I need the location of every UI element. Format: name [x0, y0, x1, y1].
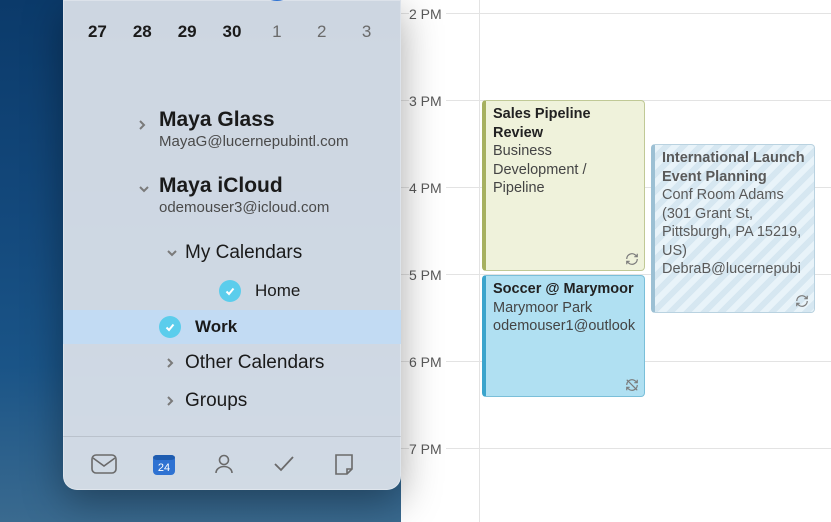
event-location: Conf Room Adams (301 Grant St, Pittsburg…	[662, 186, 807, 260]
account-name: Maya iCloud	[159, 174, 401, 198]
mini-cal-day[interactable]: 27	[75, 10, 120, 54]
calendar-work[interactable]: Work	[123, 310, 401, 344]
mini-cal-day[interactable]: 30	[210, 10, 255, 54]
recurring-icon	[625, 252, 639, 266]
account-email: odemouser3@icloud.com	[159, 199, 401, 216]
sidebar: 27 28 29 30 1 2 3 Maya Glass MayaG@lucer…	[63, 0, 401, 490]
calendar-home[interactable]: Home	[123, 272, 401, 310]
recurring-icon	[795, 294, 809, 308]
chevron-down-icon[interactable]	[137, 184, 153, 194]
chevron-down-icon[interactable]	[165, 248, 179, 258]
hour-label: 6 PM	[409, 354, 446, 370]
hour-row-2pm: 2 PM	[401, 13, 831, 14]
event-organizer: DebraB@lucernepubi	[662, 260, 807, 279]
event-title: Sales Pipeline Review	[493, 105, 637, 142]
hour-label: 5 PM	[409, 267, 446, 283]
mini-cal-day[interactable]: 28	[120, 10, 165, 54]
event-location: Marymoor Park	[493, 299, 637, 318]
mini-cal-week: 27 28 29 30 1 2 3	[75, 10, 389, 54]
event-title: International Launch Event Planning	[662, 149, 807, 186]
hour-label: 7 PM	[409, 441, 446, 457]
hour-label: 4 PM	[409, 180, 446, 196]
tree-other-calendars[interactable]: Other Calendars	[123, 344, 401, 382]
chevron-right-icon[interactable]	[165, 356, 175, 370]
mini-calendar[interactable]: 27 28 29 30 1 2 3	[63, 0, 401, 54]
event-title: Soccer @ Marymoor	[493, 280, 637, 299]
tree-label: My Calendars	[185, 242, 302, 264]
calendar-label: Home	[255, 281, 300, 301]
calendar-icon[interactable]: 24	[151, 451, 177, 477]
mini-cal-day[interactable]: 2	[299, 10, 344, 54]
hour-row-7pm: 7 PM	[401, 448, 831, 449]
account-maya-icloud[interactable]: Maya iCloud odemouser3@icloud.com	[123, 170, 401, 222]
mini-cal-day[interactable]: 1	[254, 10, 299, 54]
calendar-grid[interactable]: 2 PM 3 PM 4 PM 5 PM 6 PM 7 PM Sales Pipe…	[401, 0, 831, 522]
bottom-nav: 24	[63, 436, 401, 490]
accounts-list: Maya Glass MayaG@lucernepubintl.com Maya…	[63, 104, 401, 420]
calendar-tree: My Calendars Home Work Other Calendars G…	[123, 234, 401, 420]
mini-cal-today[interactable]	[257, 0, 297, 1]
tree-groups[interactable]: Groups	[123, 382, 401, 420]
event-subtitle: Business Development / Pipeline	[493, 142, 637, 198]
tree-label: Other Calendars	[185, 352, 324, 374]
hour-label: 2 PM	[409, 6, 446, 22]
calendar-checked-icon[interactable]	[159, 316, 181, 338]
notes-icon[interactable]	[331, 451, 357, 477]
chevron-right-icon[interactable]	[137, 118, 153, 132]
mini-cal-day[interactable]: 29	[165, 10, 210, 54]
tasks-icon[interactable]	[271, 451, 297, 477]
event-soccer[interactable]: Soccer @ Marymoor Marymoor Park odemouse…	[482, 275, 645, 397]
account-maya-glass[interactable]: Maya Glass MayaG@lucernepubintl.com	[123, 104, 401, 156]
svg-text:24: 24	[158, 462, 170, 474]
chevron-right-icon[interactable]	[165, 394, 175, 408]
no-recurring-icon	[625, 378, 639, 392]
account-email: MayaG@lucernepubintl.com	[159, 133, 401, 150]
event-organizer: odemouser1@outlook	[493, 317, 637, 336]
mini-cal-day[interactable]: 3	[344, 10, 389, 54]
calendar-label: Work	[195, 317, 237, 337]
hour-label: 3 PM	[409, 93, 446, 109]
account-name: Maya Glass	[159, 108, 401, 132]
mail-icon[interactable]	[91, 451, 117, 477]
calendar-checked-icon[interactable]	[219, 280, 241, 302]
event-launch-planning[interactable]: International Launch Event Planning Conf…	[651, 144, 815, 313]
gutter-divider	[479, 0, 480, 522]
tree-my-calendars[interactable]: My Calendars	[123, 234, 401, 272]
event-sales-pipeline[interactable]: Sales Pipeline Review Business Developme…	[482, 100, 645, 271]
people-icon[interactable]	[211, 451, 237, 477]
tree-label: Groups	[185, 390, 247, 412]
